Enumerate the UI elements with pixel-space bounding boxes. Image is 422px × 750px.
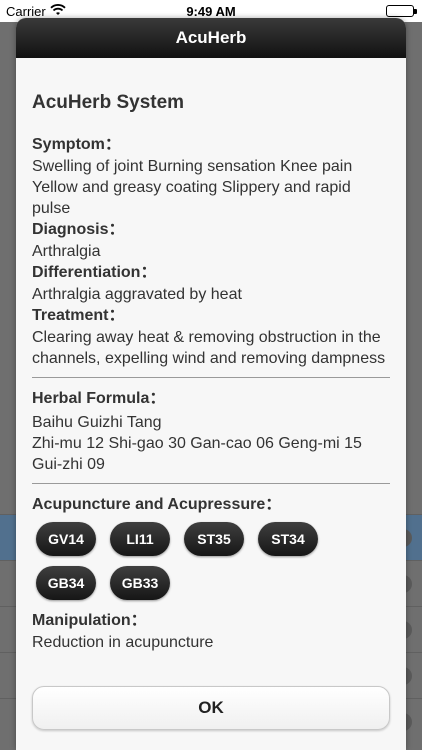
acupuncture-label: Acupuncture and Acupressure：	[32, 496, 282, 513]
acupoint-button[interactable]: ST34	[258, 522, 318, 556]
dialog-body: AcuHerb System Symptom： Swelling of join…	[16, 92, 406, 653]
herbal-formula-label: Herbal Formula：	[32, 390, 166, 407]
acupoint-button[interactable]: LI11	[110, 522, 170, 556]
herbal-formula-name: Baihu Guizhi Tang	[32, 414, 162, 431]
battery-icon	[386, 5, 417, 17]
acupoint-list: GV14 LI11 ST35 ST34 GB34 GB33	[32, 516, 390, 604]
acupoint-button[interactable]: ST35	[184, 522, 244, 556]
status-time: 9:49 AM	[186, 4, 236, 19]
acupoint-button[interactable]: GV14	[36, 522, 96, 556]
divider	[32, 377, 390, 378]
symptom-value: Swelling of joint Burning sensation Knee…	[32, 158, 353, 217]
differentiation-label: Differentiation：	[32, 264, 157, 281]
result-dialog: AcuHerb AcuHerb System Symptom： Swelling…	[16, 18, 406, 750]
differentiation-value: Arthralgia aggravated by heat	[32, 286, 242, 303]
dialog-title: AcuHerb	[16, 18, 406, 58]
herbal-formula-ingredients: Zhi-mu 12 Shi-gao 30 Gan-cao 06 Geng-mi …	[32, 435, 362, 473]
acupoint-button[interactable]: GB34	[36, 566, 96, 600]
manipulation-label: Manipulation：	[32, 612, 147, 629]
system-title: AcuHerb System	[32, 92, 185, 113]
symptom-label: Symptom：	[32, 136, 121, 153]
treatment-label: Treatment：	[32, 307, 125, 324]
diagnosis-label: Diagnosis：	[32, 221, 125, 238]
manipulation-value: Reduction in acupuncture	[32, 634, 214, 651]
acupoint-button[interactable]: GB33	[110, 566, 170, 600]
treatment-value: Clearing away heat & removing obstructio…	[32, 329, 386, 367]
ok-button[interactable]: OK	[32, 686, 390, 730]
diagnosis-value: Arthralgia	[32, 243, 101, 260]
divider	[32, 483, 390, 484]
